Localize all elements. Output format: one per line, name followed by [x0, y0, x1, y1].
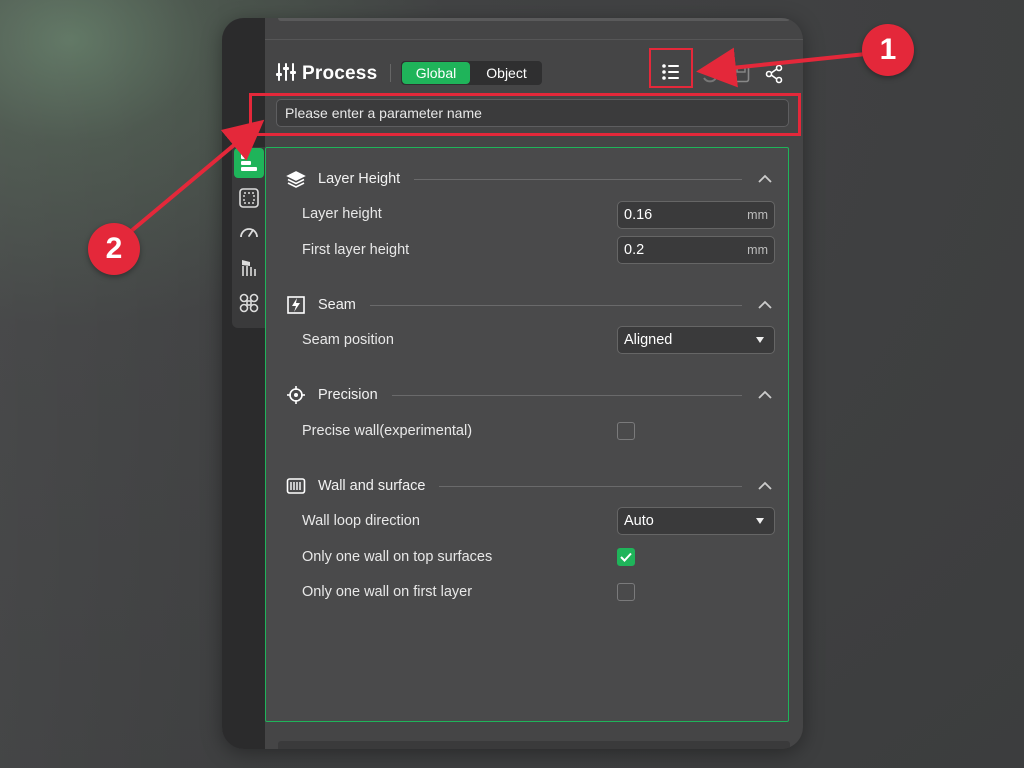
layer-height-label: Layer height — [302, 206, 382, 222]
seam-position-select[interactable]: Aligned — [617, 326, 775, 354]
panel-top-bar — [278, 18, 790, 21]
layer-height-value: 0.16 — [624, 207, 653, 223]
background-fade — [0, 0, 240, 768]
crosshair-icon — [286, 385, 306, 405]
checkmark-icon — [620, 552, 632, 562]
tab-speed[interactable] — [234, 218, 264, 248]
callout-1: 1 — [862, 24, 914, 76]
tab-others[interactable] — [234, 288, 264, 318]
section-layer-height[interactable]: Layer Height — [286, 167, 776, 191]
support-icon — [242, 260, 256, 276]
process-panel: Process Global Object Please enter a par… — [222, 18, 803, 749]
wall-icon — [286, 476, 306, 496]
panel-title: Process — [302, 63, 378, 84]
segment-global[interactable]: Global — [402, 62, 470, 84]
quality-icon — [241, 154, 257, 171]
panel-top-divider — [265, 39, 803, 40]
share-icon[interactable] — [764, 64, 784, 84]
panel-header: Process — [276, 60, 377, 88]
compare-icon[interactable] — [700, 64, 720, 84]
tab-quality[interactable] — [234, 148, 264, 178]
segment-object[interactable]: Object — [471, 61, 542, 85]
speed-gauge-icon — [240, 228, 258, 238]
first-layer-height-input[interactable]: 0.2 mm — [617, 236, 775, 264]
first-layer-height-unit: mm — [747, 243, 768, 257]
layer-height-input[interactable]: 0.16 mm — [617, 201, 775, 229]
tab-strength[interactable] — [234, 183, 264, 213]
precise-wall-checkbox[interactable] — [617, 422, 635, 440]
panel-bottom-bar — [278, 741, 790, 749]
one-wall-first-label: Only one wall on first layer — [302, 584, 473, 600]
wall-loop-direction-select[interactable]: Auto — [617, 507, 775, 535]
section-divider — [439, 485, 742, 487]
seam-position-label: Seam position — [302, 332, 394, 348]
one-wall-top-checkbox[interactable] — [617, 548, 635, 566]
caret-down-icon — [756, 337, 764, 343]
section-title: Wall and surface — [318, 478, 426, 494]
section-precision[interactable]: Precision — [286, 383, 776, 407]
wall-loop-direction-label: Wall loop direction — [302, 513, 420, 529]
seam-position-value: Aligned — [624, 332, 673, 348]
search-highlight — [249, 93, 801, 136]
category-tabs — [232, 147, 266, 328]
chevron-up-icon[interactable] — [754, 168, 776, 190]
precise-wall-label: Precise wall(experimental) — [302, 423, 473, 439]
list-view-highlight — [649, 48, 693, 88]
section-seam[interactable]: Seam — [286, 293, 776, 317]
caret-down-icon — [756, 518, 764, 524]
strength-icon — [239, 188, 259, 208]
section-divider — [369, 304, 742, 306]
layers-icon — [286, 169, 306, 189]
callout-2-number: 2 — [105, 232, 123, 265]
layer-height-unit: mm — [747, 208, 768, 222]
section-divider — [391, 394, 742, 396]
scope-segmented-control: Global Object — [401, 61, 542, 85]
section-wall-and-surface[interactable]: Wall and surface — [286, 474, 776, 498]
first-layer-height-label: First layer height — [302, 242, 410, 258]
others-command-icon — [239, 293, 259, 313]
wall-loop-direction-value: Auto — [624, 513, 654, 529]
seam-icon — [286, 295, 306, 315]
header-separator — [390, 64, 391, 82]
one-wall-top-label: Only one wall on top surfaces — [302, 549, 493, 565]
tab-support[interactable] — [234, 253, 264, 283]
process-settings-icon — [276, 62, 296, 87]
chevron-up-icon[interactable] — [754, 384, 776, 406]
section-divider — [414, 178, 742, 180]
one-wall-first-checkbox[interactable] — [617, 583, 635, 601]
section-title: Layer Height — [318, 171, 401, 187]
section-title: Seam — [318, 297, 356, 313]
callout-1-number: 1 — [879, 33, 897, 66]
first-layer-height-value: 0.2 — [624, 242, 645, 258]
save-icon[interactable] — [731, 64, 751, 84]
chevron-up-icon[interactable] — [754, 475, 776, 497]
chevron-up-icon[interactable] — [754, 294, 776, 316]
settings-content: Layer Height Layer height 0.16 mm First … — [265, 147, 789, 722]
callout-2: 2 — [88, 223, 140, 275]
section-title: Precision — [318, 387, 378, 403]
